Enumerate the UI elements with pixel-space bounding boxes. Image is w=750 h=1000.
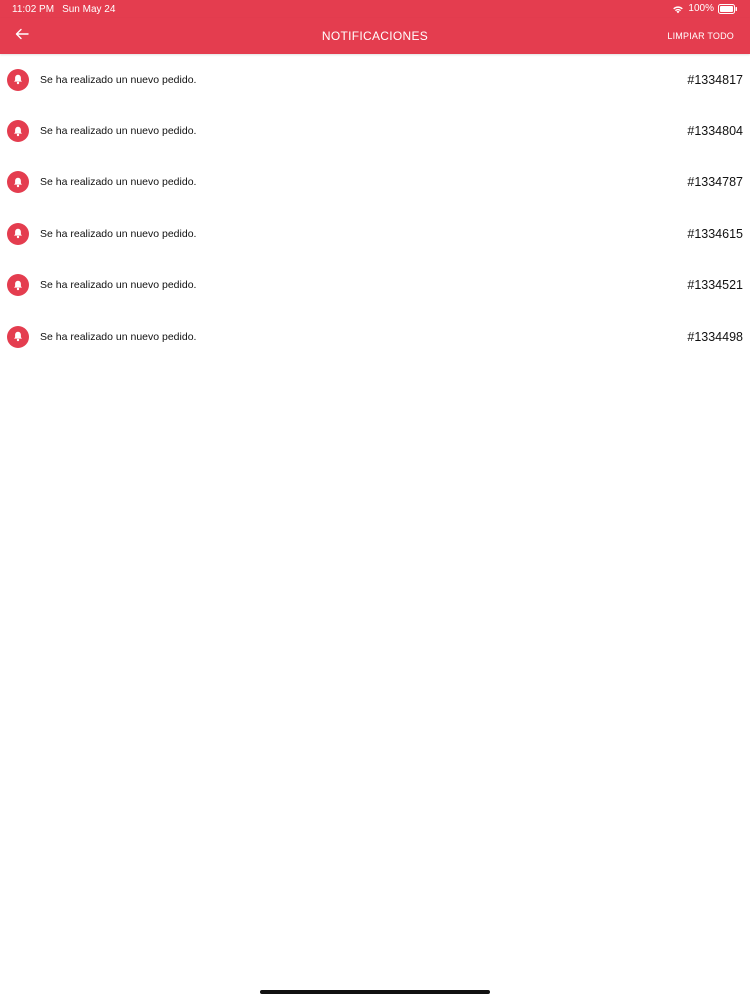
status-date: Sun May 24 (62, 4, 116, 15)
notification-message: Se ha realizado un nuevo pedido. (40, 176, 197, 189)
home-indicator[interactable] (260, 990, 490, 994)
bell-icon (7, 325, 29, 348)
order-number: #1334521 (687, 278, 743, 293)
status-right: 100% (672, 3, 738, 14)
page-title: NOTIFICACIONES (321, 29, 429, 43)
notification-item[interactable]: Se ha realizado un nuevo pedido. #133481… (0, 54, 750, 105)
notification-item[interactable]: Se ha realizado un nuevo pedido. #133449… (0, 311, 750, 362)
bell-icon (7, 222, 29, 245)
wifi-icon (672, 4, 684, 14)
order-number: #1334804 (687, 124, 743, 139)
notification-item[interactable]: Se ha realizado un nuevo pedido. #133478… (0, 157, 750, 208)
battery-percentage: 100% (688, 3, 714, 14)
bell-icon (7, 68, 29, 91)
notification-message: Se ha realizado un nuevo pedido. (40, 330, 197, 343)
order-number: #1334615 (687, 226, 743, 241)
bell-icon (7, 120, 29, 143)
order-number: #1334787 (687, 175, 743, 190)
notification-item[interactable]: Se ha realizado un nuevo pedido. #133480… (0, 105, 750, 156)
notification-item[interactable]: Se ha realizado un nuevo pedido. #133461… (0, 208, 750, 259)
notification-item[interactable]: Se ha realizado un nuevo pedido. #133452… (0, 260, 750, 311)
notification-message: Se ha realizado un nuevo pedido. (40, 227, 197, 240)
order-number: #1334817 (687, 72, 743, 87)
bell-icon (7, 171, 29, 194)
bell-icon (7, 274, 29, 297)
nav-bar: NOTIFICACIONES LIMPIAR TODO (0, 18, 750, 54)
status-time: 11:02 PM (12, 4, 55, 15)
notification-message: Se ha realizado un nuevo pedido. (40, 125, 197, 138)
notification-message: Se ha realizado un nuevo pedido. (40, 73, 197, 86)
status-left: 11:02 PM Sun May 24 (12, 4, 115, 15)
order-number: #1334498 (687, 329, 743, 344)
clear-all-button[interactable]: LIMPIAR TODO (667, 31, 734, 41)
notification-message: Se ha realizado un nuevo pedido. (40, 279, 197, 292)
battery-icon (718, 3, 738, 14)
status-bar: 11:02 PM Sun May 24 100% (0, 0, 750, 18)
notification-list: Se ha realizado un nuevo pedido. #133481… (0, 54, 750, 362)
